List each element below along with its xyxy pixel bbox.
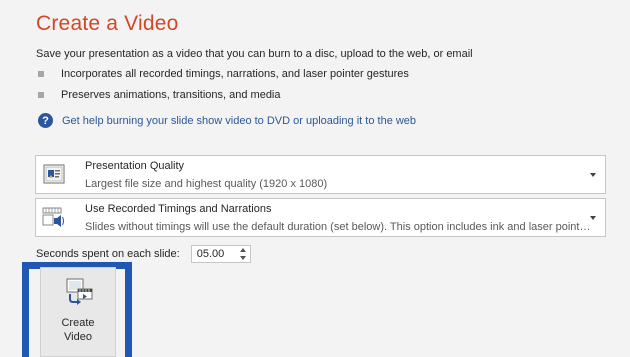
help-link-text[interactable]: Get help burning your slide show video t…: [62, 115, 416, 127]
chevron-down-icon: [590, 216, 596, 220]
bullet-text: Incorporates all recorded timings, narra…: [61, 68, 409, 80]
spinner-down-icon[interactable]: [239, 256, 246, 260]
dropdown-heading: Presentation Quality: [85, 160, 185, 172]
dropdown-subtext: Slides without timings will use the defa…: [85, 221, 591, 233]
dropdown-heading: Use Recorded Timings and Narrations: [85, 203, 272, 215]
page-description: Save your presentation as a video that y…: [36, 48, 473, 60]
page-title: Create a Video: [36, 12, 179, 35]
seconds-label: Seconds spent on each slide:: [36, 248, 180, 260]
spinner[interactable]: [238, 247, 248, 261]
create-label-line: Create: [61, 317, 95, 329]
spinner-up-icon[interactable]: [239, 248, 246, 252]
help-link[interactable]: ? Get help burning your slide show video…: [38, 113, 416, 128]
bullet-square-icon: [38, 92, 44, 98]
chevron-down-icon: [590, 173, 596, 177]
create-label-line: Video: [64, 331, 92, 343]
presentation-quality-icon: [43, 164, 65, 184]
recorded-timings-icon: [42, 207, 64, 227]
seconds-stepper[interactable]: [190, 245, 251, 263]
seconds-per-slide-row: Seconds spent on each slide:: [36, 245, 251, 263]
dropdown-subtext: Largest file size and highest quality (1…: [85, 178, 328, 190]
create-video-button[interactable]: Create Video: [40, 267, 116, 357]
create-video-label: Create Video: [41, 316, 115, 344]
feature-bullet: Incorporates all recorded timings, narra…: [38, 68, 409, 80]
bullet-square-icon: [38, 71, 44, 77]
feature-bullet: Preserves animations, transitions, and m…: [38, 89, 281, 101]
help-question-icon: ?: [38, 113, 53, 128]
recorded-timings-dropdown[interactable]: Use Recorded Timings and Narrations Slid…: [35, 198, 606, 237]
presentation-quality-dropdown[interactable]: Presentation Quality Largest file size a…: [35, 155, 606, 194]
seconds-input[interactable]: [191, 246, 241, 262]
create-video-icon: [66, 278, 93, 305]
bullet-text: Preserves animations, transitions, and m…: [61, 89, 281, 101]
